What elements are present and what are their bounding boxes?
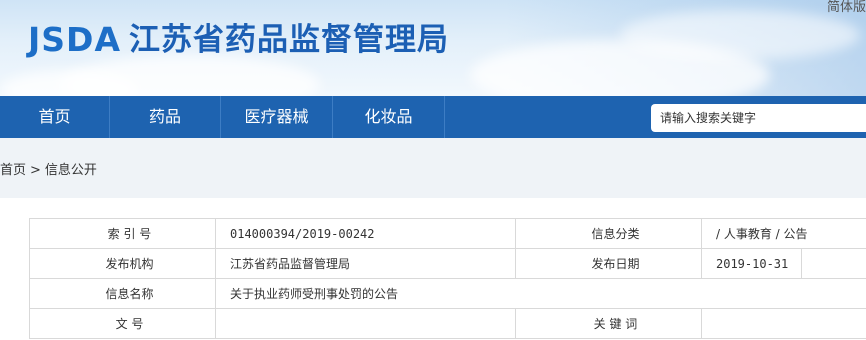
doc-number-value [215, 308, 516, 339]
logo-mark: JSDA [28, 20, 121, 59]
category-value: / 人事教育 / 公告 [701, 218, 866, 249]
header-banner: JSDA 江苏省药品监督管理局 简体版 [0, 0, 866, 96]
keywords-value [701, 308, 866, 339]
search-input[interactable] [651, 104, 866, 132]
publisher-value: 江苏省药品监督管理局 [215, 248, 516, 279]
doc-number-label: 文 号 [29, 308, 216, 339]
table-row: 发布机构 江苏省药品监督管理局 发布日期 2019-10-31 [29, 248, 866, 279]
date-label: 发布日期 [515, 248, 702, 279]
breadcrumb-current-link[interactable]: 信息公开 [45, 163, 97, 178]
name-value: 关于执业药师受刑事处罚的公告 [215, 278, 866, 309]
site-logo[interactable]: JSDA 江苏省药品监督管理局 [28, 20, 449, 60]
nav-item-cosmetics[interactable]: 化妆品 [333, 96, 445, 138]
info-table: 索 引 号 014000394/2019-00242 信息分类 / 人事教育 /… [29, 218, 866, 339]
table-row: 信息名称 关于执业药师受刑事处罚的公告 [29, 278, 866, 309]
nav-item-drugs[interactable]: 药品 [110, 96, 221, 138]
empty-cell [801, 248, 866, 279]
name-label: 信息名称 [29, 278, 216, 309]
table-row: 文 号 关 键 词 [29, 308, 866, 339]
language-link[interactable]: 简体版 [827, 0, 866, 15]
breadcrumb-separator: > [30, 163, 41, 178]
index-value: 014000394/2019-00242 [215, 218, 516, 249]
breadcrumb-bar [0, 138, 866, 198]
banner-cloud [620, 10, 860, 60]
breadcrumb-home-link[interactable]: 首页 [0, 163, 26, 178]
nav-item-medical-devices[interactable]: 医疗器械 [221, 96, 333, 138]
category-label: 信息分类 [515, 218, 702, 249]
breadcrumb: 首页 > 信息公开 [0, 159, 97, 178]
nav-item-home[interactable]: 首页 [0, 96, 110, 138]
table-row: 索 引 号 014000394/2019-00242 信息分类 / 人事教育 /… [29, 218, 866, 249]
index-label: 索 引 号 [29, 218, 216, 249]
publisher-label: 发布机构 [29, 248, 216, 279]
date-value: 2019-10-31 [701, 248, 802, 279]
keywords-label: 关 键 词 [515, 308, 702, 339]
site-title: 江苏省药品监督管理局 [128, 22, 449, 58]
